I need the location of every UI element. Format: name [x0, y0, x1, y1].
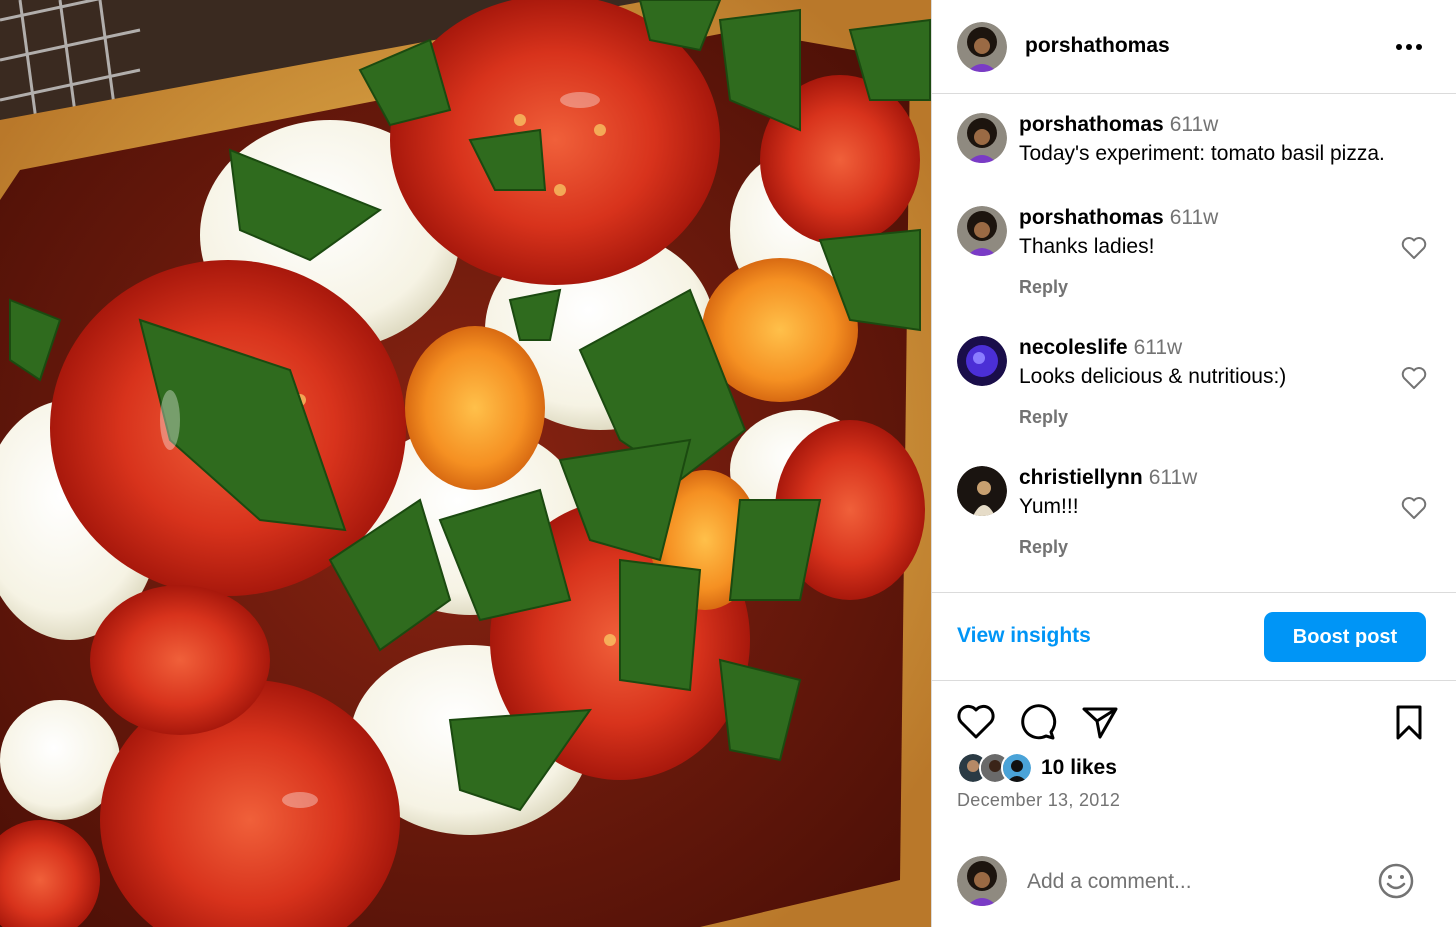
more-options-icon[interactable] — [1394, 35, 1424, 59]
like-comment-heart-icon[interactable] — [1401, 496, 1427, 520]
caption-avatar[interactable] — [957, 113, 1007, 163]
viewer-avatar — [957, 856, 1007, 906]
comment-item: necoleslife 611w Looks delicious & nutrit… — [957, 336, 1437, 436]
comment-text: Looks delicious & nutritious:) — [1019, 365, 1287, 388]
boost-post-button[interactable]: Boost post — [1264, 612, 1426, 662]
emoji-icon[interactable] — [1377, 862, 1415, 900]
reply-button[interactable]: Reply — [1019, 277, 1068, 298]
share-send-icon[interactable] — [1080, 702, 1120, 742]
comments-list: porshathomas 611w Today's experiment: tom… — [932, 95, 1456, 592]
view-insights-link[interactable]: View insights — [957, 624, 1091, 648]
like-heart-icon[interactable] — [956, 702, 996, 742]
like-comment-heart-icon[interactable] — [1401, 366, 1427, 390]
comment-item: porshathomas 611w Thanks ladies! Reply — [957, 206, 1437, 306]
comment-text: Thanks ladies! — [1019, 235, 1155, 258]
comment-username[interactable]: necoleslife — [1019, 336, 1128, 359]
comment-avatar[interactable] — [957, 466, 1007, 516]
post-actions-row — [932, 700, 1456, 744]
comment-meta: christiellynn 611w — [1019, 466, 1197, 490]
comment-time[interactable]: 611w — [1134, 336, 1183, 359]
comment-avatar[interactable] — [957, 336, 1007, 386]
comment-username[interactable]: porshathomas — [1019, 206, 1164, 229]
liker-avatar — [1001, 752, 1033, 784]
comment-time[interactable]: 611w — [1170, 206, 1219, 229]
comment-meta: necoleslife 611w — [1019, 336, 1182, 360]
post-photo[interactable] — [0, 0, 931, 927]
comment-bubble-icon[interactable] — [1018, 702, 1058, 742]
post-side-panel: porshathomas porshathomas 611w Today's e… — [931, 0, 1456, 927]
comment-username[interactable]: christiellynn — [1019, 466, 1143, 489]
comment-meta: porshathomas 611w — [1019, 206, 1218, 230]
comment-item: christiellynn 611w Yum!!! Reply — [957, 466, 1437, 566]
caption-time[interactable]: 611w — [1170, 113, 1219, 136]
author-username[interactable]: porshathomas — [1025, 34, 1170, 58]
save-bookmark-icon[interactable] — [1389, 702, 1429, 742]
post-date: December 13, 2012 — [957, 790, 1121, 810]
like-comment-heart-icon[interactable] — [1401, 236, 1427, 260]
owner-actions-bar: View insights Boost post — [932, 592, 1456, 681]
caption-meta: porshathomas 611w — [1019, 113, 1218, 137]
pizza-image — [0, 0, 931, 927]
caption: porshathomas 611w Today's experiment: tom… — [957, 113, 1437, 173]
caption-text: Today's experiment: tomato basil pizza. — [1019, 142, 1385, 165]
caption-username[interactable]: porshathomas — [1019, 113, 1164, 136]
comment-text: Yum!!! — [1019, 495, 1079, 518]
comment-time[interactable]: 611w — [1149, 466, 1198, 489]
likes-count[interactable]: 10 likes — [1041, 756, 1117, 780]
reply-button[interactable]: Reply — [1019, 537, 1068, 558]
add-comment-input[interactable] — [1027, 865, 1357, 899]
comment-composer — [932, 840, 1456, 927]
post-header: porshathomas — [932, 0, 1456, 94]
comment-avatar[interactable] — [957, 206, 1007, 256]
author-avatar[interactable] — [957, 22, 1007, 72]
reply-button[interactable]: Reply — [1019, 407, 1068, 428]
